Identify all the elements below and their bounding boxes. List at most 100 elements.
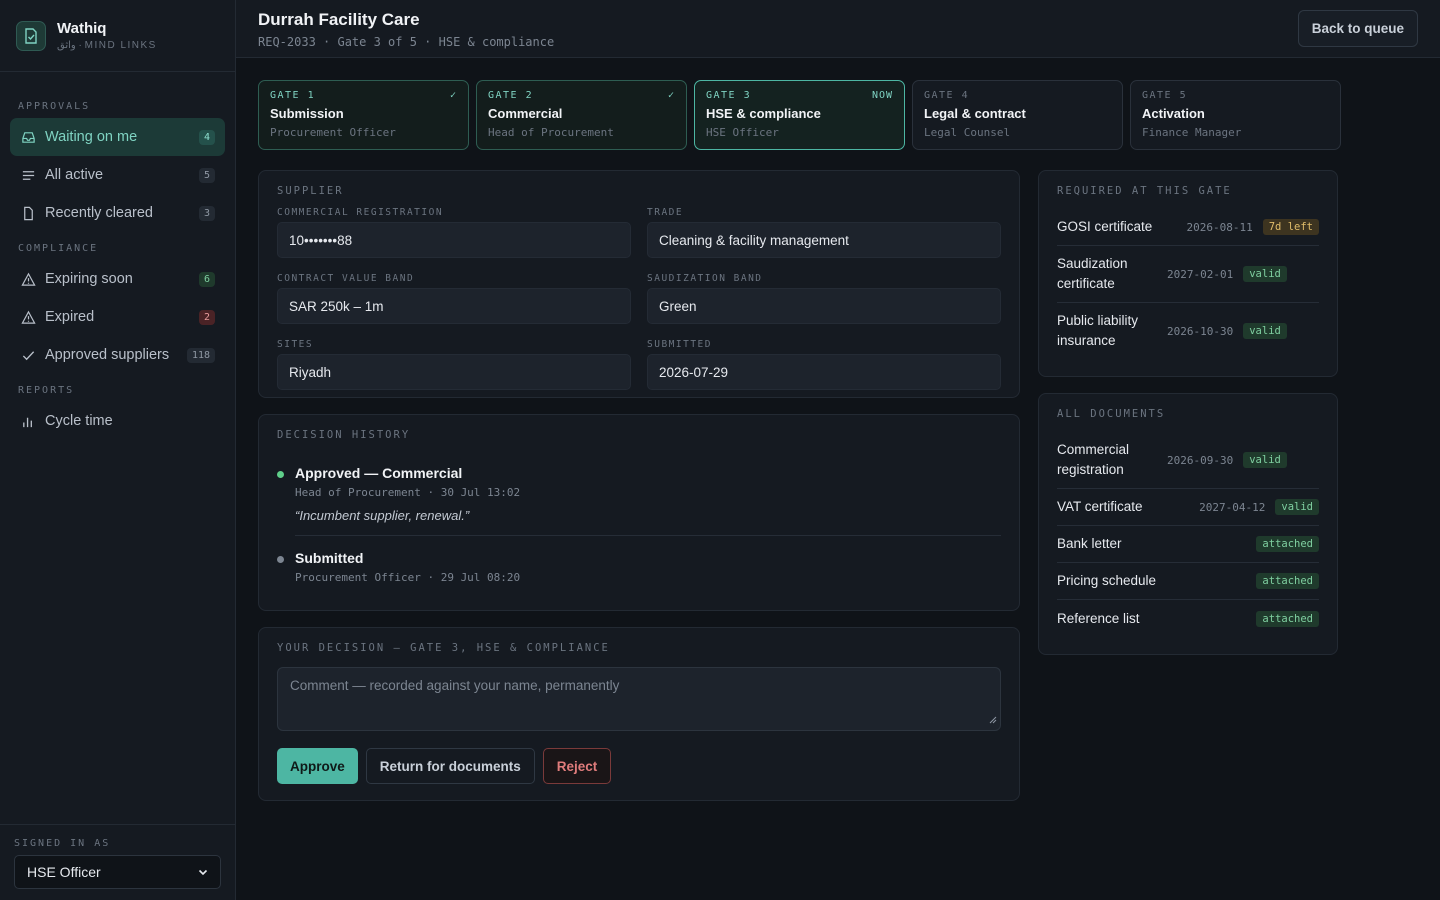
- document-row[interactable]: Bank letter attached: [1057, 526, 1319, 563]
- submitted-field: 2026-07-29: [647, 354, 1001, 390]
- gate-stepper: GATE 1 ✓ Submission Procurement Officer …: [258, 80, 1341, 150]
- supplier-card: SUPPLIER COMMERCIAL REGISTRATION 10•••••…: [258, 170, 1020, 398]
- status-dot: [277, 471, 284, 478]
- decision-card: YOUR DECISION — GATE 3, HSE & COMPLIANCE…: [258, 627, 1020, 801]
- sidebar-item-expired[interactable]: Expired 2: [10, 298, 225, 336]
- gate-number: GATE 5: [1142, 90, 1188, 101]
- history-meta: Procurement Officer · 29 Jul 08:20: [295, 571, 521, 584]
- status-badge: valid: [1275, 499, 1319, 515]
- sidebar-item-expiring-soon[interactable]: Expiring soon 6: [10, 260, 225, 298]
- now-flag: NOW: [871, 90, 893, 101]
- gate-3[interactable]: GATE 3 NOW HSE & compliance HSE Officer: [694, 80, 905, 150]
- sidebar-item-label: Waiting on me: [45, 129, 138, 145]
- document-date: 2027-02-01: [1167, 267, 1234, 281]
- card-label: DECISION HISTORY: [277, 429, 411, 441]
- contract-value-band-field: SAR 250k – 1m: [277, 288, 631, 324]
- reject-button[interactable]: Reject: [542, 748, 612, 784]
- gate-5[interactable]: GATE 5 Activation Finance Manager: [1130, 80, 1341, 150]
- status-badge: valid: [1243, 266, 1287, 282]
- sidebar-item-cycle-time[interactable]: Cycle time: [10, 402, 225, 440]
- count-badge: 2: [198, 309, 215, 325]
- gate-number: GATE 1: [270, 90, 316, 101]
- status-badge: valid: [1243, 323, 1287, 339]
- divider: [295, 535, 1001, 536]
- document-row[interactable]: VAT certificate 2027-04-12 valid: [1057, 489, 1319, 526]
- role-select[interactable]: HSE Officer: [14, 855, 221, 889]
- gate-4[interactable]: GATE 4 Legal & contract Legal Counsel: [912, 80, 1123, 150]
- document-name: Reference list: [1057, 610, 1140, 626]
- document-date: 2026-08-11: [1186, 220, 1253, 234]
- inbox-icon: [20, 129, 36, 145]
- history-item: Submitted Procurement Officer · 29 Jul 0…: [277, 550, 1001, 584]
- gate-role: Head of Procurement: [488, 126, 614, 139]
- page-subtitle: REQ-2033 · Gate 3 of 5 · HSE & complianc…: [258, 35, 555, 49]
- document-row[interactable]: Saudization certificate 2027-02-01 valid: [1057, 246, 1319, 303]
- file-icon: [20, 205, 36, 221]
- sites-field: Riyadh: [277, 354, 631, 390]
- document-row[interactable]: GOSI certificate 2026-08-11 7d left: [1057, 209, 1319, 246]
- gate-number: GATE 2: [488, 90, 534, 101]
- document-name: VAT certificate: [1057, 499, 1143, 514]
- document-row[interactable]: Pricing schedule attached: [1057, 563, 1319, 600]
- gate-role: Procurement Officer: [270, 126, 396, 139]
- comment-textarea[interactable]: Comment — recorded against your name, pe…: [277, 667, 1001, 731]
- gate-number: GATE 3: [706, 90, 752, 101]
- check-icon: ✓: [449, 90, 457, 101]
- back-to-queue-button[interactable]: Back to queue: [1297, 10, 1418, 47]
- history-comment: “Incumbent supplier, renewal.”: [295, 508, 470, 523]
- sidebar-item-waiting-on-me[interactable]: Waiting on me 4: [10, 118, 225, 156]
- app-subtitle: واثق · MIND LINKS: [57, 40, 157, 51]
- history-title: Submitted: [295, 550, 364, 566]
- role-select-value: HSE Officer: [27, 864, 101, 880]
- gate-role: Legal Counsel: [924, 126, 1011, 139]
- history-meta: Head of Procurement · 30 Jul 13:02: [295, 486, 521, 499]
- page-header: Durrah Facility Care REQ-2033 · Gate 3 o…: [236, 0, 1440, 58]
- field-label: SUBMITTED: [647, 339, 712, 350]
- sidebar-item-approved-suppliers[interactable]: Approved suppliers 118: [10, 336, 225, 374]
- gate-role: Finance Manager: [1142, 126, 1242, 139]
- sidebar-item-label: Expiring soon: [45, 271, 133, 287]
- card-label: SUPPLIER: [277, 185, 344, 197]
- document-row[interactable]: Commercial registration 2026-09-30 valid: [1057, 432, 1319, 489]
- gate-title: Commercial: [488, 106, 563, 121]
- history-title: Approved — Commercial: [295, 465, 463, 481]
- history-item: Approved — Commercial Head of Procuremen…: [277, 465, 1001, 523]
- all-documents-card: ALL DOCUMENTS Commercial registration 20…: [1038, 393, 1338, 655]
- sidebar-item-label: Recently cleared: [45, 205, 153, 221]
- list-icon: [20, 167, 36, 183]
- section-label-approvals: APPROVALS: [18, 101, 91, 112]
- count-badge: 118: [186, 347, 215, 363]
- sidebar: Wathiq واثق · MIND LINKS APPROVALS Waiti…: [0, 0, 236, 900]
- gate-title: Legal & contract: [924, 106, 1026, 121]
- card-label: YOUR DECISION — GATE 3, HSE & COMPLIANCE: [277, 642, 610, 654]
- check-icon: ✓: [667, 90, 675, 101]
- trade-field: Cleaning & facility management: [647, 222, 1001, 258]
- gate-2[interactable]: GATE 2 ✓ Commercial Head of Procurement: [476, 80, 687, 150]
- document-name: Pricing schedule: [1057, 573, 1157, 588]
- sidebar-item-label: All active: [45, 167, 104, 183]
- gate-title: HSE & compliance: [706, 106, 821, 121]
- section-label-compliance: COMPLIANCE: [18, 243, 99, 254]
- count-badge: 6: [198, 271, 215, 287]
- approve-button[interactable]: Approve: [277, 748, 358, 784]
- chevron-down-icon: [198, 864, 208, 880]
- card-label: REQUIRED AT THIS GATE: [1057, 185, 1232, 197]
- document-row[interactable]: Public liability insurance 2026-10-30 va…: [1057, 303, 1319, 359]
- sidebar-item-all-active[interactable]: All active 5: [10, 156, 225, 194]
- check-icon: [20, 347, 36, 363]
- return-for-documents-button[interactable]: Return for documents: [365, 748, 535, 784]
- gate-1[interactable]: GATE 1 ✓ Submission Procurement Officer: [258, 80, 469, 150]
- page-title: Durrah Facility Care: [258, 10, 420, 29]
- warning-icon: [20, 271, 36, 287]
- document-row[interactable]: Reference list attached: [1057, 600, 1319, 637]
- document-name: Saudization certificate: [1057, 256, 1128, 291]
- sidebar-item-label: Expired: [45, 309, 95, 325]
- document-date: 2026-10-30: [1167, 324, 1234, 338]
- commercial-registration-field: 10•••••••88: [277, 222, 631, 258]
- saudization-band-field: Green: [647, 288, 1001, 324]
- status-badge: attached: [1256, 536, 1319, 552]
- gate-role: HSE Officer: [706, 126, 779, 139]
- resize-handle-icon[interactable]: [989, 712, 997, 727]
- count-badge: 3: [198, 205, 215, 221]
- sidebar-item-recently-cleared[interactable]: Recently cleared 3: [10, 194, 225, 232]
